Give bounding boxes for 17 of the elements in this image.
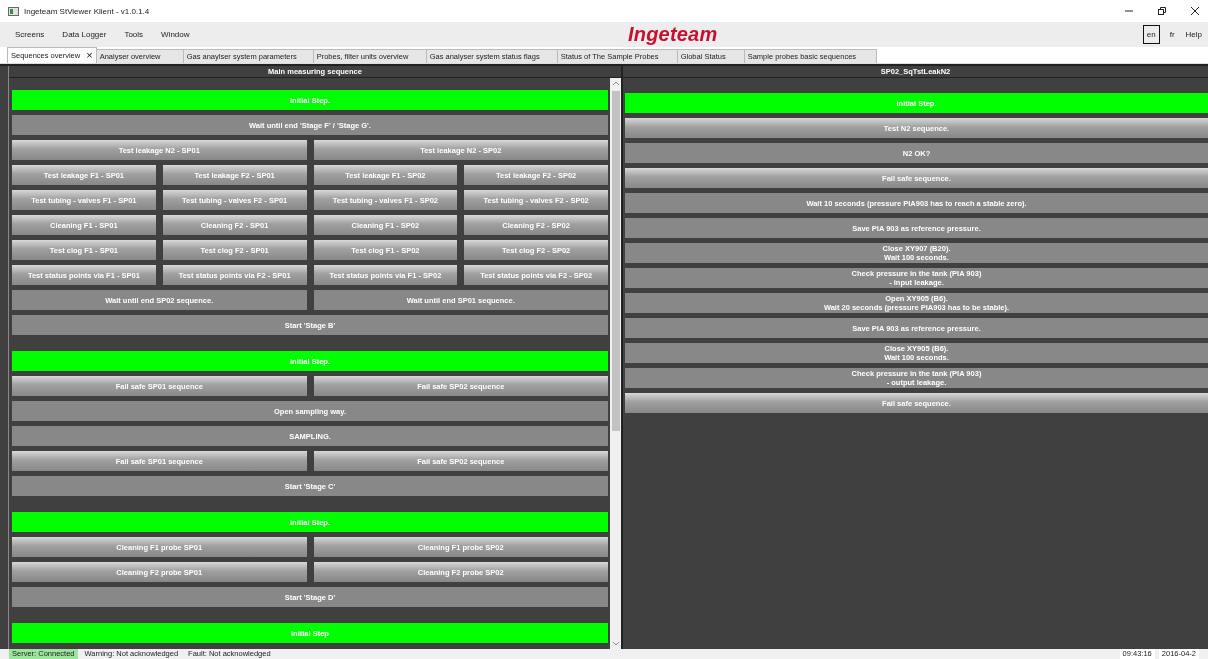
- logo: Ingeteam: [628, 23, 718, 46]
- menu-item[interactable]: Screens: [6, 30, 54, 39]
- language-button[interactable]: en: [1142, 25, 1160, 44]
- help-menu[interactable]: Help: [1181, 30, 1202, 39]
- scrollbar[interactable]: [610, 78, 621, 649]
- menu-item[interactable]: Tools: [115, 30, 153, 39]
- close-tab-button[interactable]: ×: [86, 50, 93, 61]
- scroll-down-icon[interactable]: [611, 639, 620, 647]
- scroll-up-icon[interactable]: [611, 80, 620, 88]
- language-button[interactable]: fr: [1165, 25, 1179, 44]
- menu-item[interactable]: Window: [152, 30, 199, 39]
- scroll-thumb[interactable]: [611, 91, 620, 431]
- menu-item[interactable]: Data Logger: [53, 30, 116, 39]
- window-title: Ingeteam StViewer Klient - v1.0.1.4: [24, 6, 150, 16]
- close-icon[interactable]: [1190, 6, 1200, 16]
- app-icon: [8, 6, 19, 16]
- restore-icon[interactable]: [1157, 6, 1167, 16]
